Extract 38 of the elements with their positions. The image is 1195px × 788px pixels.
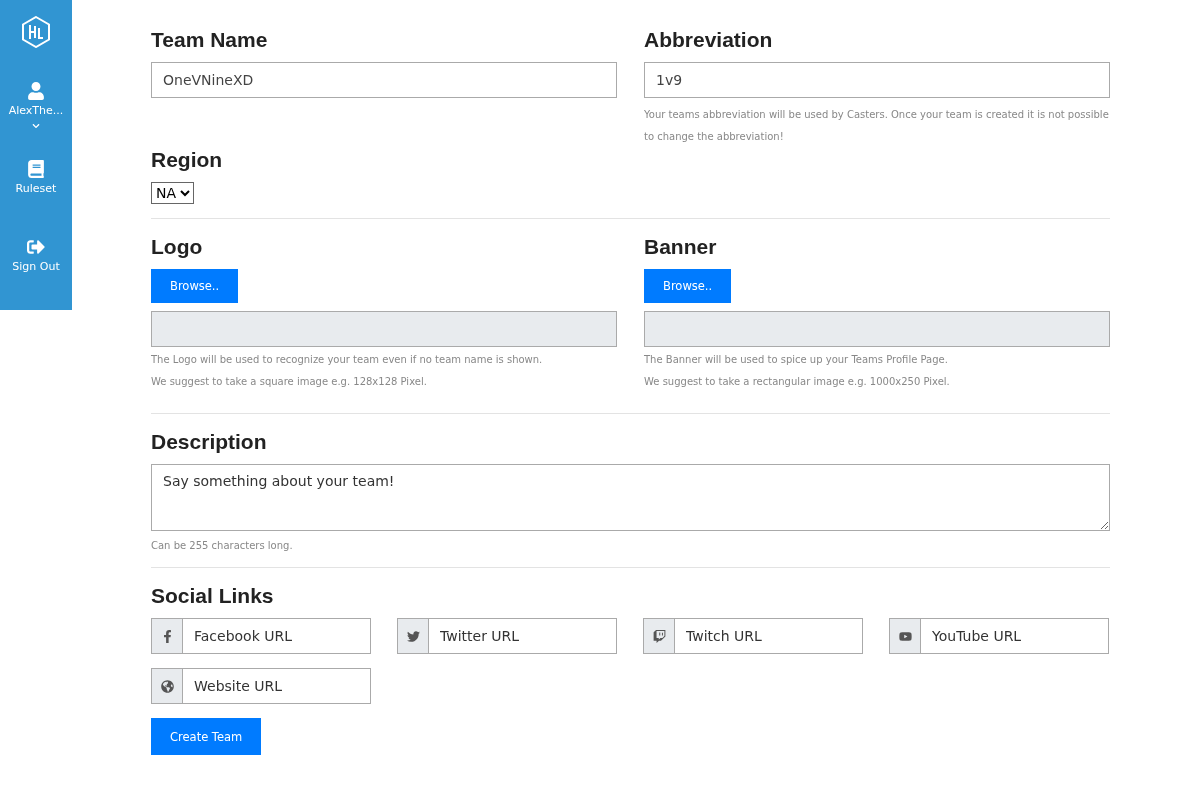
browse-button[interactable]: Browse.. (151, 269, 239, 303)
url-field[interactable]: Facebook URL (183, 618, 371, 654)
url-field[interactable]: YouTube URL (921, 618, 1109, 654)
url-field[interactable]: Twitter URL (429, 618, 617, 654)
field-label: Region (151, 148, 224, 172)
url-field[interactable]: Website URL (183, 668, 371, 704)
abbreviation-field[interactable]: 1v9 (644, 62, 1110, 98)
youtube-icon (898, 629, 912, 643)
book-icon (27, 160, 45, 178)
file-field[interactable] (644, 311, 1110, 347)
twitch-icon (652, 629, 666, 643)
field-label: Logo (151, 235, 204, 259)
field-label: Abbreviation (644, 28, 774, 52)
hint-text: We suggest to take a rectangular image e.g. 1000x250 Pixel. (644, 375, 951, 389)
field-label: Team Name (151, 28, 269, 52)
field-label: Social Links (151, 584, 275, 608)
sidebar-item[interactable]: AlexThe... (8, 82, 64, 142)
region-dropdown[interactable]: NA (151, 182, 194, 204)
create-team-button[interactable]: Create Team (151, 718, 262, 755)
sidebar-item[interactable]: Ruleset (15, 160, 57, 220)
file-field[interactable] (151, 311, 617, 347)
hint-text: We suggest to take a square image e.g. 128x128 Pixel. (151, 375, 428, 389)
browse-button[interactable]: Browse.. (644, 269, 732, 303)
globe-icon (160, 679, 174, 693)
sidebar-item[interactable]: Sign Out (12, 238, 60, 298)
hint-text: The Logo will be used to recognize your team even if no team name is shown. (151, 353, 544, 367)
field-label: Banner (644, 235, 718, 259)
sign-out-icon (27, 238, 45, 256)
twitter-icon (406, 629, 420, 643)
user-icon (27, 82, 45, 100)
hint-text: The Banner will be used to spice up your Teams Profile Page. (644, 353, 949, 367)
logo-icon (22, 16, 50, 48)
description-field[interactable]: Say something about your team! (151, 464, 1110, 531)
hint-text: Can be 255 characters long. (151, 539, 294, 553)
hint-text: Your teams abbreviation will be used by Casters. Once your team is created it is not possible to change the abbreviation! (644, 108, 1110, 144)
team-name-field[interactable]: OneVNineXD (151, 62, 617, 98)
url-field[interactable]: Twitch URL (675, 618, 863, 654)
field-label: Description (151, 430, 268, 454)
